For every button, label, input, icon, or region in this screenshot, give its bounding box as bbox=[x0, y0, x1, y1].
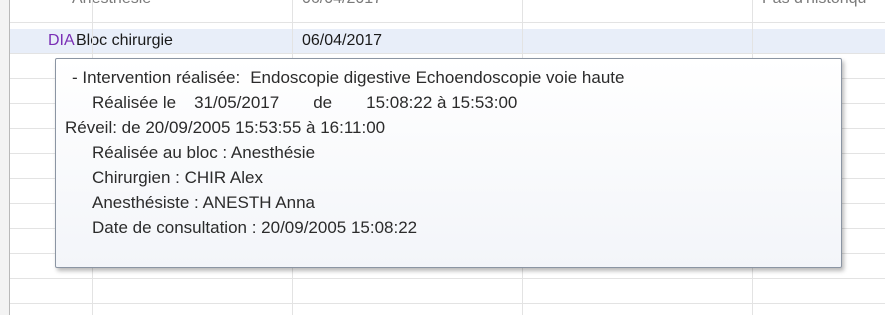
row-date: 06/04/2017 bbox=[302, 0, 502, 11]
tooltip-chirurgien-line: Chirurgien : CHIR Alex bbox=[92, 168, 264, 187]
realisee-date: 31/05/2017 bbox=[194, 93, 280, 112]
intervention-tooltip: - Intervention réalisée: Endoscopie diges… bbox=[55, 58, 842, 268]
time-range: 15:08:22 à 15:53:00 bbox=[366, 93, 518, 112]
tooltip-consultation-line: Date de consultation : 20/09/2005 15:08:… bbox=[92, 218, 418, 237]
tooltip-reveil-line: Réveil: de 20/09/2005 15:53:55 à 16:11:0… bbox=[65, 118, 386, 137]
tooltip-anesthesiste-line: Anesthésiste : ANESTH Anna bbox=[92, 193, 316, 212]
row-label: Bloc chirurgie bbox=[76, 32, 173, 49]
row-label: Anesthésie bbox=[72, 0, 292, 11]
tooltip-bloc-line: Réalisée au bloc : Anesthésie bbox=[92, 143, 316, 162]
realisee-label: Réalisée le bbox=[92, 93, 177, 112]
intervention-label: - Intervention réalisée: bbox=[72, 68, 241, 87]
window-background: Anesthésie 06/04/2017 Pas d'historiqu DI… bbox=[0, 0, 885, 315]
intervention-value: Endoscopie digestive Echoendoscopie voie… bbox=[250, 68, 625, 87]
row-status: Pas d'historiqu bbox=[762, 0, 885, 11]
table-row[interactable] bbox=[10, 279, 885, 304]
table-row-selected[interactable]: DIA Bloc chirurgie 06/04/2017 bbox=[10, 29, 885, 54]
table-row[interactable]: Anesthésie 06/04/2017 Pas d'historiqu bbox=[10, 0, 885, 23]
row-date: 06/04/2017 bbox=[302, 32, 383, 49]
tooltip-intervention-line: - Intervention réalisée: Endoscopie diges… bbox=[56, 65, 841, 90]
de-label: de bbox=[313, 93, 333, 112]
tooltip-realisee-line: Réalisée le 31/05/2017 de 15:08:22 à 15:53:… bbox=[56, 90, 841, 115]
